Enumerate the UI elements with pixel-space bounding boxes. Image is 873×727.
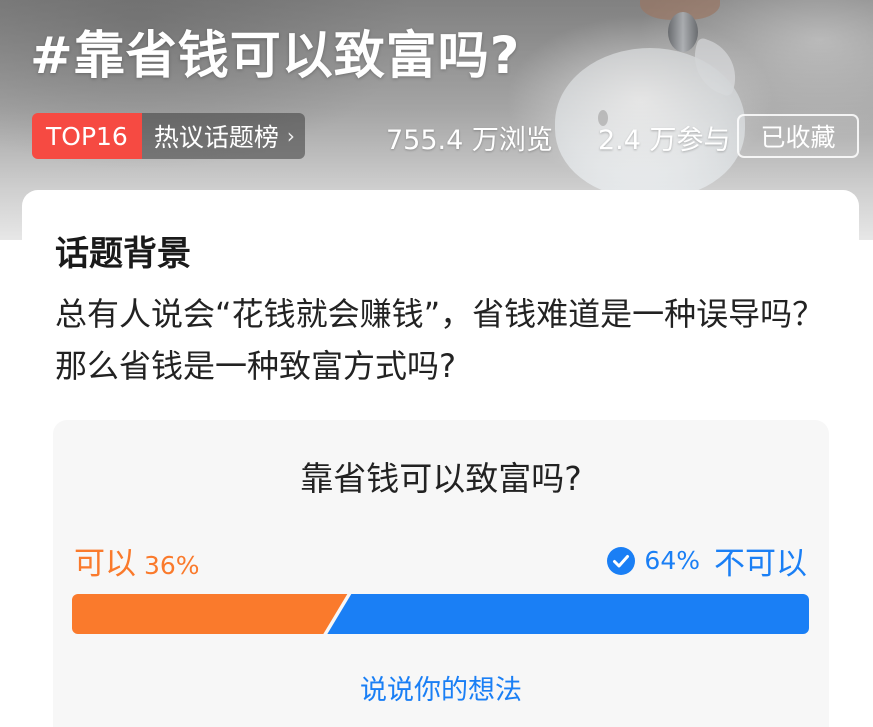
poll-bar-no-segment	[327, 594, 809, 634]
poll-result-bar	[72, 594, 809, 634]
favorite-button[interactable]: 已收藏	[737, 114, 859, 158]
hot-list-badge[interactable]: TOP16 热议话题榜 ›	[32, 113, 305, 159]
option-no-percent: 64%	[644, 546, 700, 575]
poll-option-no[interactable]: 64% 不可以	[606, 538, 807, 583]
background-text: 总有人说会“花钱就会赚钱”，省钱难道是一种误导吗？那么省钱是一种致富方式吗?	[55, 295, 825, 385]
poll-bar-yes-segment	[72, 594, 348, 634]
poll-question: 靠省钱可以致富吗?	[300, 459, 582, 498]
topic-page: #靠省钱可以致富吗? TOP16 热议话题榜 › 755.4 万浏览 2.4 万…	[0, 0, 873, 727]
option-yes-label: 可以	[74, 546, 136, 582]
rank-badge: TOP16	[32, 113, 142, 159]
poll-option-yes[interactable]: 可以 36%	[74, 538, 200, 583]
share-thoughts-link[interactable]: 说说你的想法	[53, 668, 829, 707]
view-count: 755.4 万浏览	[386, 125, 553, 156]
background-heading: 话题背景	[55, 234, 191, 274]
hot-list-label: 热议话题榜	[153, 123, 279, 152]
participant-count: 2.4 万参与	[598, 125, 731, 156]
topic-title: #靠省钱可以致富吗?	[30, 27, 521, 86]
option-yes-percent: 36%	[144, 551, 200, 580]
hot-list-link[interactable]: 热议话题榜 ›	[141, 113, 305, 159]
chevron-right-icon: ›	[286, 124, 295, 148]
option-no-label: 不可以	[714, 546, 807, 582]
check-circle-icon	[607, 546, 636, 575]
